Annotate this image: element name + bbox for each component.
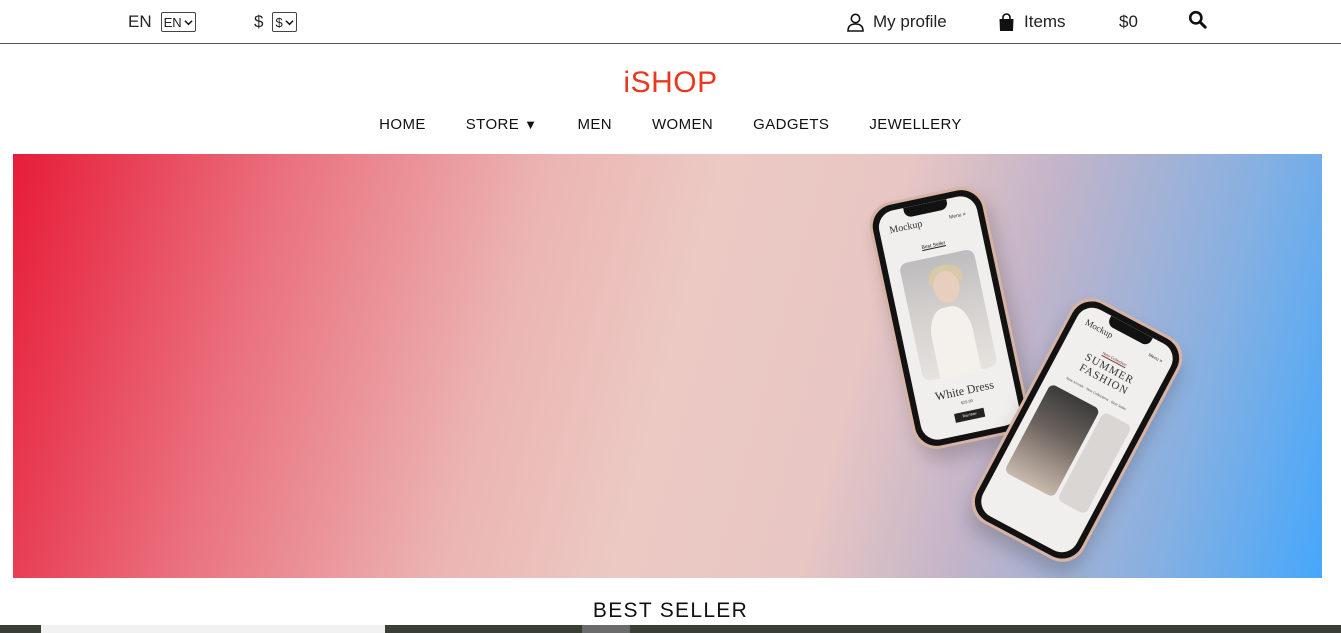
site-logo[interactable]: iSHOP <box>0 66 1341 100</box>
nav-item-home[interactable]: HOME <box>379 116 426 133</box>
cart-items-label: Items <box>1024 12 1066 31</box>
nav-label: GADGETS <box>753 116 830 133</box>
main-nav: HOME STORE ▼ MEN WOMEN GADGETS JEWELLERY <box>0 116 1341 133</box>
nav-label: WOMEN <box>651 116 714 133</box>
search-icon <box>1188 10 1207 34</box>
phone-screen: Mockup Menu ≡ Best Seller White Dress $2… <box>875 193 1023 443</box>
nav-label: STORE <box>465 116 520 133</box>
cart-link[interactable]: Items <box>998 11 1066 33</box>
product-photo <box>898 248 999 382</box>
mockup-menu: Menu ≡ <box>948 211 967 221</box>
currency-label: $ <box>254 12 264 31</box>
language-selected: EN <box>163 14 182 30</box>
search-button[interactable] <box>1188 10 1207 34</box>
nav-item-men[interactable]: MEN <box>577 116 612 133</box>
nav-label: JEWELLERY <box>869 116 962 133</box>
currency-dropdown[interactable]: $ <box>272 12 297 32</box>
caret-down-icon: ▼ <box>524 117 538 132</box>
product-card[interactable] <box>582 625 630 633</box>
nav-item-jewellery[interactable]: JEWELLERY <box>869 116 962 133</box>
best-seller-heading: BEST SELLER <box>592 599 749 622</box>
product-card[interactable] <box>630 625 1341 633</box>
product-card[interactable] <box>41 625 385 633</box>
product-card-edge <box>0 625 41 633</box>
nav-item-gadgets[interactable]: GADGETS <box>753 116 829 133</box>
mockup-brand: Mockup <box>888 218 924 237</box>
phone-mockup-back: Mockup Menu ≡ Best Seller White Dress $2… <box>865 182 1033 454</box>
language-dropdown[interactable]: EN <box>160 12 196 32</box>
my-profile-label: My profile <box>873 12 947 31</box>
nav-item-store[interactable]: STORE ▼ <box>466 116 538 133</box>
user-icon <box>847 13 864 32</box>
language-selector[interactable]: EN EN <box>128 11 196 33</box>
mockup-menu: Menu ≡ <box>1147 352 1164 364</box>
chevron-down-icon <box>184 19 193 25</box>
cart-total[interactable]: $0 <box>1119 11 1138 33</box>
currency-selected: $ <box>275 14 283 30</box>
language-label: EN <box>128 12 152 31</box>
top-bar: EN EN $ $ My profile Items $0 <box>0 0 1341 44</box>
nav-label: MEN <box>577 116 612 133</box>
mockup-buy-button: Buy Now <box>954 407 986 423</box>
nav-item-women[interactable]: WOMEN <box>652 116 713 133</box>
chevron-down-icon <box>285 19 294 25</box>
hero-banner[interactable]: Mockup Menu ≡ Best Seller White Dress $2… <box>13 154 1322 578</box>
product-card[interactable] <box>385 625 582 633</box>
shopping-bag-icon <box>998 12 1015 32</box>
my-profile-link[interactable]: My profile <box>847 11 947 33</box>
nav-label: HOME <box>379 116 426 133</box>
currency-selector[interactable]: $ $ <box>254 11 297 33</box>
